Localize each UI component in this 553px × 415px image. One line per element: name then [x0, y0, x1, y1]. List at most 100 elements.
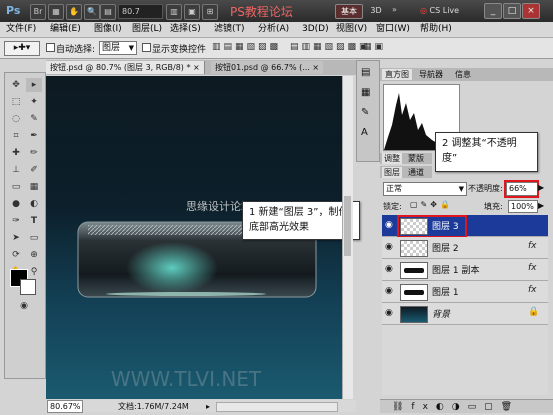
crop-icon[interactable]: ⌗ [8, 129, 24, 143]
cs-live-button[interactable]: ◎ CS Live [420, 4, 472, 17]
blur-icon[interactable]: ● [8, 197, 24, 211]
move-tool-icon[interactable]: ✥ [8, 78, 24, 92]
tab-info[interactable]: 信息 [452, 69, 474, 80]
opacity-arrow-icon[interactable]: ▶ [538, 183, 544, 192]
auto-align-buttons[interactable]: ▦▣ [363, 42, 386, 52]
more-workspaces-icon[interactable]: » [392, 5, 397, 14]
move-tool-preset-icon[interactable]: ▸✚▾ [4, 41, 40, 56]
layer-row-1-copy[interactable]: ◉ 图层 1 副本 fx [382, 259, 548, 281]
close-icon[interactable]: × [193, 63, 200, 72]
healing-brush-icon[interactable]: ✚ [8, 146, 24, 160]
toolbox: ✥ ▸ ⬚ ✦ ◌ ✎ ⌗ ✒ ✚ ✏ ⊥ ✐ ▭ ▦ ● ◐ ✑ T ➤ ▭ … [4, 72, 46, 379]
status-arrow-icon[interactable]: ▸ [206, 401, 210, 412]
auto-select-dropdown[interactable]: 图层 ▼ [99, 41, 137, 55]
dock-character-icon[interactable]: A [361, 127, 368, 138]
lock-icons[interactable]: ▢✎✥🔒 [410, 200, 453, 209]
horizontal-scrollbar[interactable] [216, 402, 338, 412]
visibility-eye-icon[interactable]: ◉ [385, 264, 395, 274]
grid-icon[interactable]: ▥ [166, 4, 182, 20]
distribute-buttons[interactable]: ▤▥▦▧▨▩▣ [290, 42, 371, 52]
bridge-icon[interactable]: Br [30, 4, 46, 20]
workspace-essentials-button[interactable]: 基本 [335, 4, 363, 19]
path-select-icon[interactable]: ➤ [8, 231, 24, 245]
menu-edit[interactable]: 编辑(E) [50, 23, 81, 36]
screen-mode-icon[interactable]: ▣ [184, 4, 200, 20]
cs-live-label: CS Live [429, 6, 460, 15]
pen-icon[interactable]: ✑ [8, 214, 24, 228]
extras-icon[interactable]: ⊞ [202, 4, 218, 20]
show-transform-checkbox[interactable] [142, 43, 151, 53]
fill-input[interactable]: 100% [508, 200, 538, 213]
type-tool-icon[interactable]: T [26, 214, 42, 228]
maximize-button[interactable]: □ [503, 3, 521, 19]
3d-orbit-icon[interactable]: ⊕ [26, 248, 42, 262]
align-buttons[interactable]: ▥▤▦▧▨▩ [212, 42, 281, 52]
status-zoom[interactable]: 80.67% [47, 400, 83, 413]
layer-fx-icon[interactable]: fx [528, 285, 537, 295]
arrange-icon[interactable]: ▤ [100, 4, 116, 20]
menu-bar: 文件(F) 编辑(E) 图像(I) 图层(L) 选择(S) 滤镜(T) 分析(A… [0, 22, 553, 38]
dodge-icon[interactable]: ◐ [26, 197, 42, 211]
workspace-3d-button[interactable]: 3D [366, 4, 386, 17]
doc-tab-inactive[interactable]: 按钮01.psd @ 66.7% (... × [211, 61, 324, 74]
minibridge-icon[interactable]: ▦ [48, 4, 64, 20]
doc-tab-active[interactable]: 按钮.psd @ 80.7% (图层 3, RGB/8) * × [46, 61, 205, 74]
menu-help[interactable]: 帮助(H) [420, 23, 452, 36]
tab-navigator[interactable]: 导航器 [416, 69, 446, 80]
menu-select[interactable]: 选择(S) [170, 23, 201, 36]
gradient-icon[interactable]: ▦ [26, 180, 42, 194]
menu-window[interactable]: 窗口(W) [376, 23, 410, 36]
tab-adjustments[interactable]: 调整 [382, 153, 402, 164]
visibility-eye-icon[interactable]: ◉ [385, 286, 395, 296]
eyedropper-icon[interactable]: ✒ [26, 129, 42, 143]
tab-channels[interactable]: 通道 [406, 167, 426, 178]
vertical-scroll-thumb[interactable] [344, 196, 351, 256]
menu-layer[interactable]: 图层(L) [132, 23, 162, 36]
clone-stamp-icon[interactable]: ⊥ [8, 163, 24, 177]
layers-bottom-toolbar[interactable]: ⛓fx◐◑▭▢🗑 [380, 399, 553, 413]
quick-mask-icon[interactable]: ◉ [16, 299, 32, 313]
zoom-field[interactable]: 80.7 [118, 4, 163, 19]
background-color-swatch[interactable] [20, 279, 36, 295]
dock-history-icon[interactable]: ▤ [361, 67, 370, 78]
quick-select-icon[interactable]: ✎ [26, 112, 42, 126]
layer-fx-icon[interactable]: fx [528, 263, 537, 273]
menu-3d[interactable]: 3D(D) [302, 23, 329, 36]
magic-wand-icon[interactable]: ✦ [26, 95, 42, 109]
move-tool-active-icon[interactable]: ▸ [26, 78, 42, 92]
visibility-eye-icon[interactable]: ◉ [385, 242, 395, 252]
fill-arrow-icon[interactable]: ▶ [538, 201, 544, 210]
auto-select-checkbox[interactable] [46, 43, 55, 53]
blend-mode-dropdown[interactable]: 正常 ▼ [383, 182, 467, 196]
history-brush-icon[interactable]: ✐ [26, 163, 42, 177]
3d-rotate-icon[interactable]: ⟳ [8, 248, 24, 262]
minimize-button[interactable]: _ [484, 3, 502, 19]
dock-brush-icon[interactable]: ✎ [361, 107, 369, 118]
shape-icon[interactable]: ▭ [26, 231, 42, 245]
layer-fx-icon[interactable]: fx [528, 241, 537, 251]
layer-row-1[interactable]: ◉ 图层 1 fx [382, 281, 548, 303]
dock-swatches-icon[interactable]: ▦ [361, 87, 370, 98]
vertical-scrollbar[interactable] [342, 76, 353, 399]
eraser-icon[interactable]: ▭ [8, 180, 24, 194]
visibility-eye-icon[interactable]: ◉ [385, 308, 395, 318]
close-button[interactable]: × [522, 3, 540, 19]
tab-layers[interactable]: 图层 [382, 167, 402, 178]
close-icon[interactable]: × [312, 63, 319, 72]
lasso-icon[interactable]: ◌ [8, 112, 24, 126]
hand-zoom-icon[interactable]: ✋ [66, 4, 82, 20]
tab-masks[interactable]: 蒙版 [406, 153, 426, 164]
menu-image[interactable]: 图像(I) [94, 23, 122, 36]
visibility-eye-icon[interactable]: ◉ [385, 220, 395, 230]
layer-row-background[interactable]: ◉ 背景 🔒 [382, 303, 548, 325]
zoom-tool-icon[interactable]: 🔍 [84, 4, 100, 20]
tab-histogram[interactable]: 直方图 [382, 69, 412, 80]
menu-view[interactable]: 视图(V) [336, 23, 367, 36]
marquee-icon[interactable]: ⬚ [8, 95, 24, 109]
menu-analysis[interactable]: 分析(A) [258, 23, 289, 36]
zoom-tool-icon[interactable]: ⚲ [26, 265, 42, 279]
layer-row-2[interactable]: ◉ 图层 2 fx [382, 237, 548, 259]
menu-filter[interactable]: 滤镜(T) [214, 23, 245, 36]
menu-file[interactable]: 文件(F) [6, 23, 36, 36]
brush-icon[interactable]: ✏ [26, 146, 42, 160]
